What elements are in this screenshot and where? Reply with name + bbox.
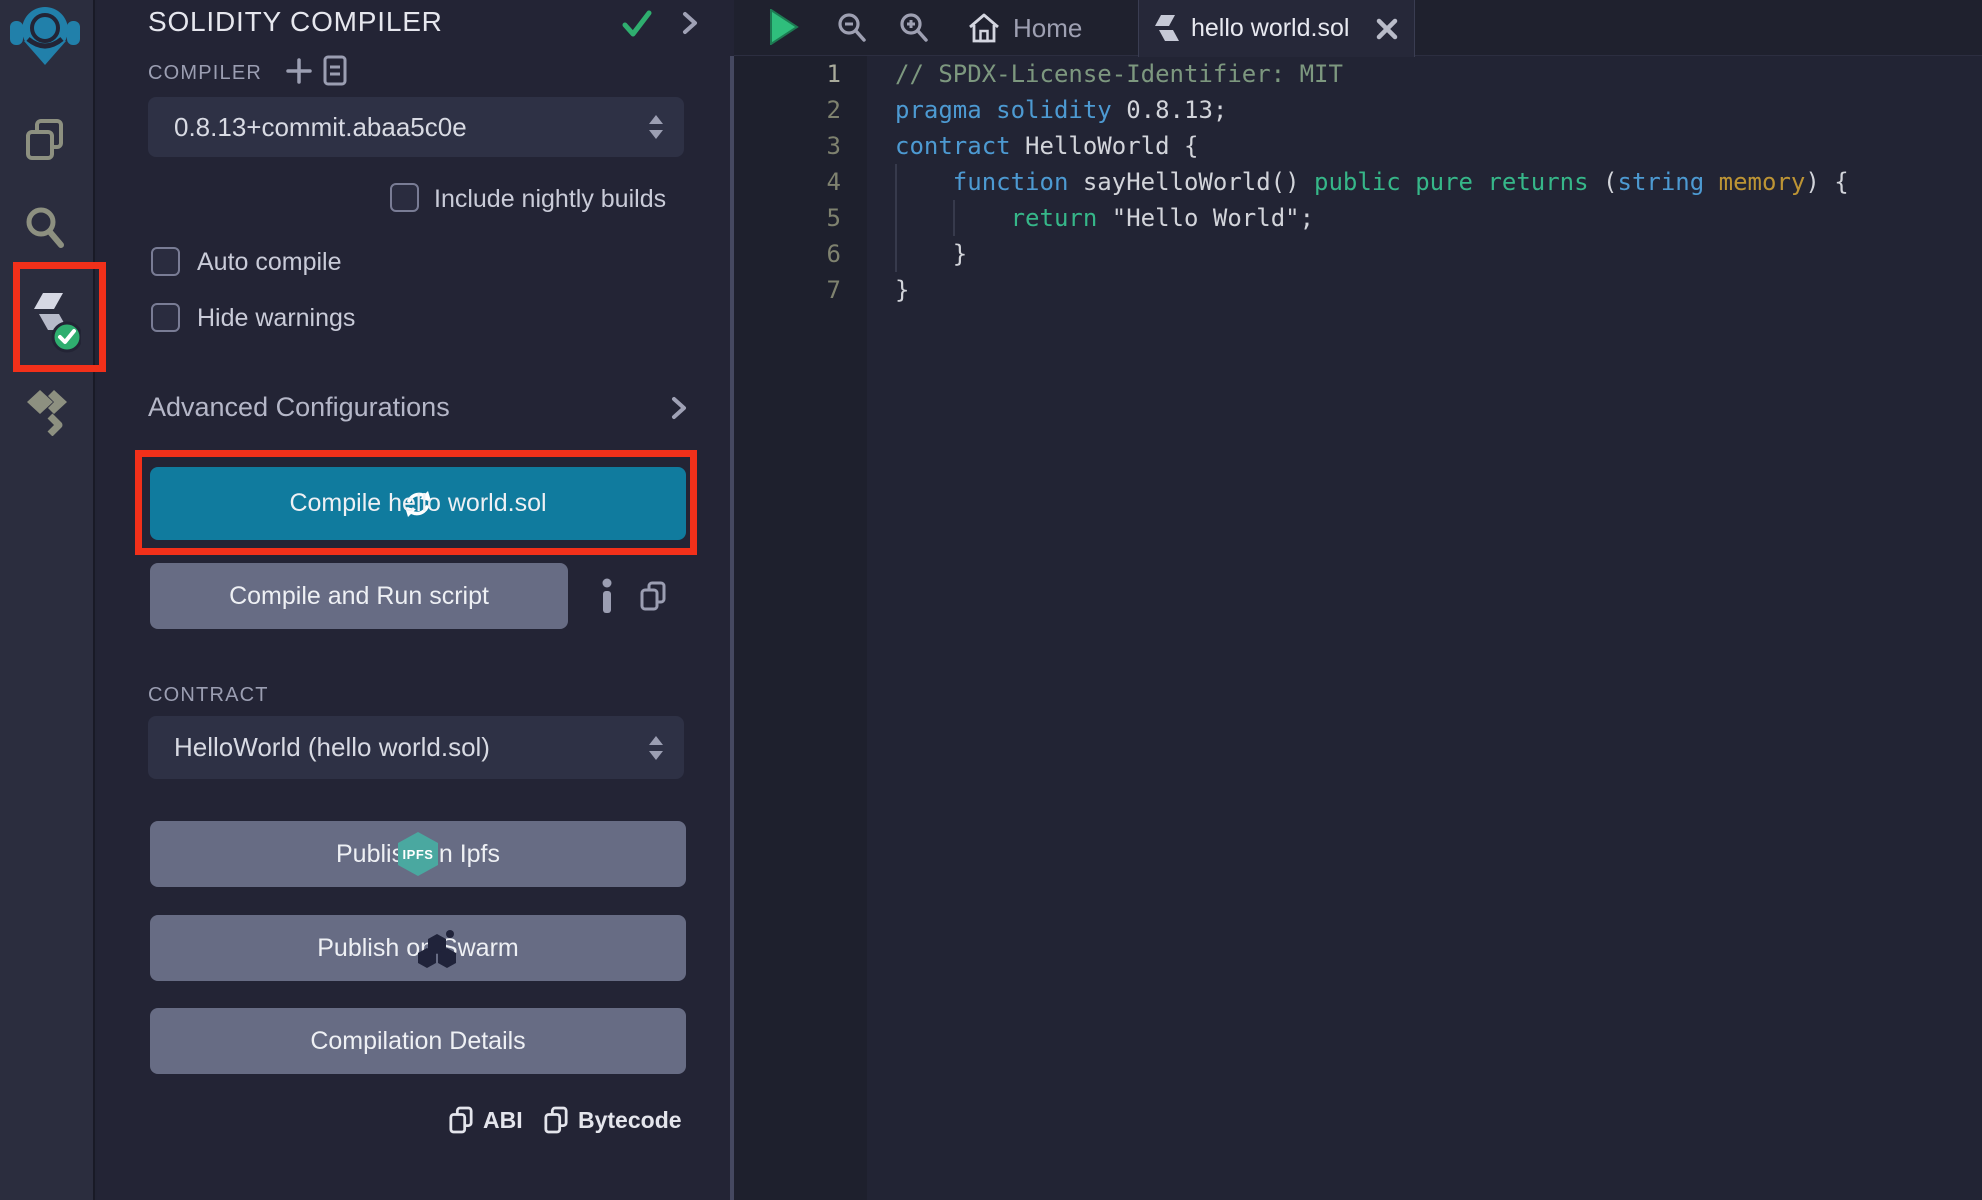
- code-line: 3contract HelloWorld {: [734, 128, 1982, 164]
- select-arrows-icon: [648, 114, 664, 140]
- code-lines: 1// SPDX-License-Identifier: MIT2pragma …: [734, 56, 1982, 308]
- line-number: 1: [734, 56, 841, 92]
- line-number: 2: [734, 92, 841, 128]
- copy-icon[interactable]: [640, 581, 666, 612]
- compiler-version-select[interactable]: 0.8.13+commit.abaa5c0e: [148, 97, 684, 157]
- compilation-details-button[interactable]: Compilation Details: [150, 1008, 686, 1074]
- code-line: 1// SPDX-License-Identifier: MIT: [734, 56, 1982, 92]
- code-line: 5 return "Hello World";: [734, 200, 1982, 236]
- panel-title: SOLIDITY COMPILER: [148, 6, 443, 38]
- code-line: 6 }: [734, 236, 1982, 272]
- solidity-file-icon: [1155, 14, 1179, 44]
- contract-select[interactable]: HelloWorld (hello world.sol): [148, 716, 684, 779]
- hide-warnings-label: Hide warnings: [197, 304, 355, 333]
- select-arrows-icon: [648, 735, 664, 761]
- line-number: 5: [734, 200, 841, 236]
- publish-on-swarm-button[interactable]: Publish on Swarm: [150, 915, 686, 981]
- bytecode-label: Bytecode: [578, 1107, 682, 1134]
- annotation-highlight-compiler-icon: [13, 262, 106, 372]
- compile-and-run-label: Compile and Run script: [229, 582, 489, 611]
- tab-active-label: hello world.sol: [1191, 14, 1364, 43]
- compiler-section-label: COMPILER: [148, 62, 262, 85]
- copy-icon: [544, 1106, 568, 1135]
- info-icon[interactable]: [597, 578, 617, 614]
- line-number: 4: [734, 164, 841, 200]
- copy-abi-button[interactable]: ABI: [449, 1106, 523, 1135]
- auto-compile-checkbox[interactable]: [151, 247, 180, 276]
- code-line: 2pragma solidity 0.8.13;: [734, 92, 1982, 128]
- compilation-details-label: Compilation Details: [310, 1027, 525, 1056]
- include-nightly-builds-checkbox[interactable]: [390, 183, 419, 212]
- advanced-chevron-right-icon[interactable]: [669, 396, 689, 420]
- panel-chevron-right-icon[interactable]: [680, 11, 700, 35]
- add-compiler-icon[interactable]: [286, 58, 312, 84]
- home-icon: [967, 12, 1001, 44]
- indent-guide: [895, 164, 897, 272]
- compiler-version-value: 0.8.13+commit.abaa5c0e: [174, 112, 467, 143]
- zoom-in-icon[interactable]: [899, 12, 929, 44]
- indent-guide: [953, 200, 955, 236]
- contract-section-label: CONTRACT: [148, 684, 269, 707]
- solidity-compiler-panel: SOLIDITY COMPILER COMPILER 0.8.13+commit…: [97, 0, 734, 1200]
- line-number: 7: [734, 272, 841, 308]
- hide-warnings-checkbox[interactable]: [151, 303, 180, 332]
- auto-compile-label: Auto compile: [197, 248, 342, 277]
- search-icon[interactable]: [24, 206, 64, 252]
- open-file-icon[interactable]: [322, 55, 348, 86]
- tab-home-label: Home: [1013, 13, 1082, 44]
- zoom-out-icon[interactable]: [837, 12, 867, 44]
- code-line: 4 function sayHelloWorld() public pure r…: [734, 164, 1982, 200]
- remix-logo: [10, 3, 80, 71]
- code-editor[interactable]: 1// SPDX-License-Identifier: MIT2pragma …: [734, 56, 1982, 1200]
- copy-bytecode-button[interactable]: Bytecode: [544, 1106, 682, 1135]
- include-nightly-builds-label: Include nightly builds: [434, 185, 666, 214]
- code-line: 7}: [734, 272, 1982, 308]
- tab-hello-world-sol[interactable]: hello world.sol: [1138, 0, 1415, 57]
- annotation-highlight-compile-button: [135, 450, 697, 555]
- publish-on-ipfs-button[interactable]: Publish on Ipfs IPFS: [150, 821, 686, 887]
- copy-icon: [449, 1106, 473, 1135]
- editor-area: Home hello world.sol 1// SPDX-License-Id…: [734, 0, 1982, 1200]
- compile-and-run-button[interactable]: Compile and Run script: [150, 563, 568, 629]
- advanced-configurations-toggle[interactable]: Advanced Configurations: [148, 392, 450, 423]
- line-number: 6: [734, 236, 841, 272]
- run-script-play-icon[interactable]: [769, 9, 799, 45]
- abi-label: ABI: [483, 1107, 523, 1134]
- line-number: 3: [734, 128, 841, 164]
- compile-success-check-icon: [622, 9, 652, 39]
- tab-home[interactable]: Home: [956, 0, 1138, 56]
- vertical-icon-bar: [0, 0, 95, 1200]
- editor-tab-strip: Home hello world.sol: [734, 0, 1982, 56]
- contract-select-value: HelloWorld (hello world.sol): [174, 732, 490, 763]
- file-explorer-icon[interactable]: [24, 118, 66, 164]
- ethereum-deploy-icon[interactable]: [26, 388, 68, 436]
- close-tab-icon[interactable]: [1376, 18, 1398, 40]
